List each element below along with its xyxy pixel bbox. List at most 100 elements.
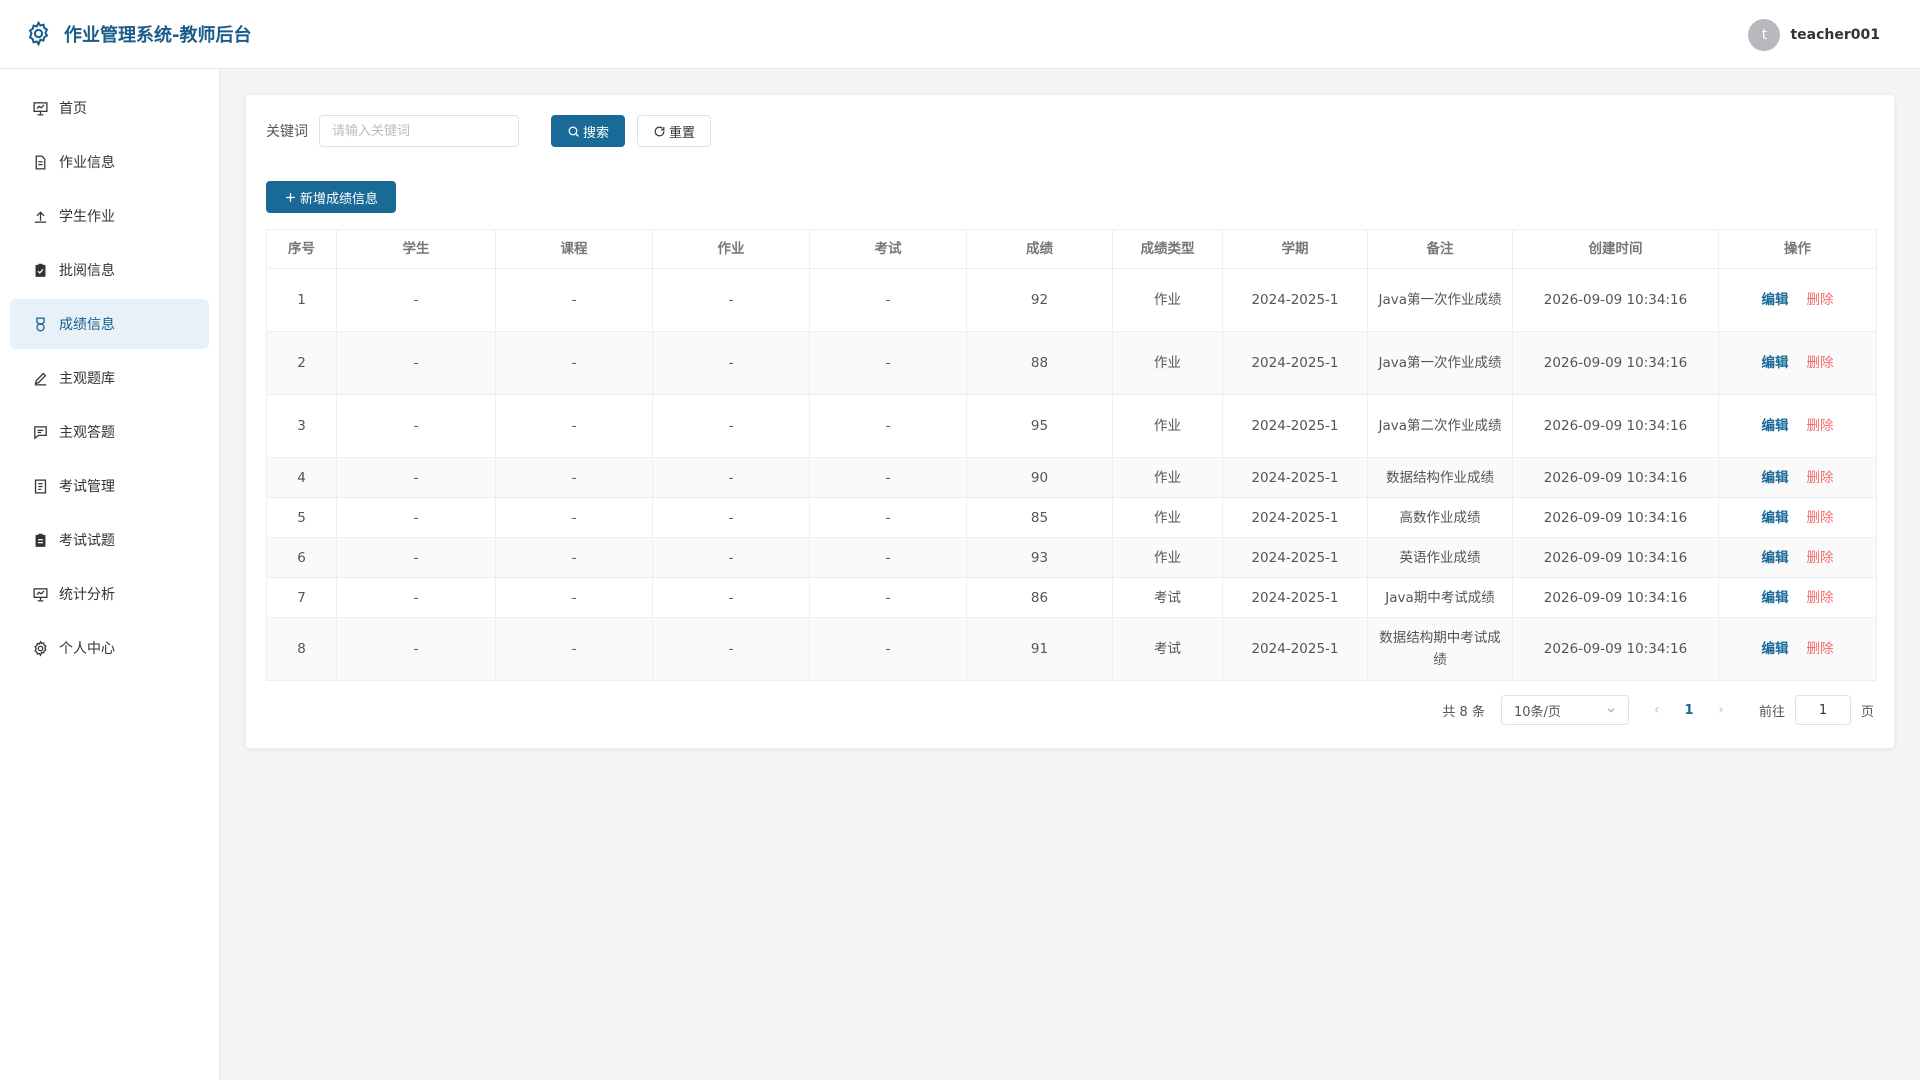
edit-link[interactable]: 编辑 — [1762, 418, 1789, 434]
cell-created: 2026-09-09 10:34:16 — [1512, 457, 1719, 498]
score-table: 序号 学生 课程 作业 考试 成绩 成绩类型 学期 备注 创建时间 操作 1 - — [266, 229, 1877, 681]
edit-link[interactable]: 编辑 — [1762, 590, 1789, 606]
page-size-select[interactable]: 10条/页 — [1500, 695, 1629, 725]
add-button-label: 新增成绩信息 — [299, 191, 378, 207]
cell-type: 作业 — [1112, 537, 1223, 578]
sidebar-item-student-homework[interactable]: 学生作业 — [10, 191, 209, 241]
cell-student: - — [336, 457, 496, 498]
add-score-button[interactable]: 新增成绩信息 — [266, 181, 396, 213]
delete-link[interactable]: 删除 — [1807, 641, 1834, 657]
column-header: 学生 — [336, 229, 496, 269]
sidebar-item-label: 主观题库 — [59, 371, 115, 387]
cell-index: 3 — [266, 394, 337, 458]
chat-icon — [34, 425, 47, 439]
search-button-label: 搜索 — [582, 125, 609, 141]
sidebar-item-review[interactable]: 批阅信息 — [10, 245, 209, 295]
cell-note: 数据结构作业成绩 — [1367, 457, 1513, 498]
cell-actions: 编辑 删除 — [1718, 537, 1877, 578]
cell-created: 2026-09-09 10:34:16 — [1512, 617, 1719, 681]
sidebar-item-scores[interactable]: 成绩信息 — [10, 299, 209, 349]
cell-created: 2026-09-09 10:34:16 — [1512, 497, 1719, 538]
cell-homework: - — [652, 268, 810, 332]
cell-index: 8 — [266, 617, 337, 681]
chart-icon — [33, 587, 48, 602]
notebook-icon — [35, 533, 46, 547]
cell-homework: - — [652, 577, 810, 618]
search-input[interactable] — [319, 115, 519, 147]
edit-link[interactable]: 编辑 — [1762, 292, 1789, 308]
cell-course: - — [495, 394, 653, 458]
column-header: 操作 — [1718, 229, 1877, 269]
sidebar-item-exam-questions[interactable]: 考试试题 — [10, 515, 209, 565]
sidebar: 首页 作业信息 学生作业 批阅信息 成绩信息 主观题库 主观答题 考试管理 考试… — [0, 69, 220, 1080]
sidebar-item-home[interactable]: 首页 — [10, 83, 209, 133]
edit-link[interactable]: 编辑 — [1762, 550, 1789, 566]
cell-homework: - — [652, 617, 810, 681]
cell-term: 2024-2025-1 — [1222, 537, 1368, 578]
cell-score: 93 — [966, 537, 1113, 578]
page-number[interactable]: 1 — [1677, 703, 1701, 718]
cell-course: - — [495, 331, 653, 395]
cell-note: Java第一次作业成绩 — [1367, 331, 1513, 395]
goto-page-input[interactable] — [1794, 695, 1851, 725]
cell-created: 2026-09-09 10:34:16 — [1512, 537, 1719, 578]
cell-student: - — [336, 537, 496, 578]
delete-link[interactable]: 删除 — [1807, 355, 1834, 371]
delete-link[interactable]: 删除 — [1807, 590, 1834, 606]
goto-label: 前往 — [1758, 704, 1785, 720]
avatar[interactable]: t — [1748, 19, 1781, 51]
top-header: 作业管理系统-教师后台 t teacher001 — [0, 0, 1920, 69]
cell-index: 7 — [266, 577, 337, 618]
cell-note: Java第二次作业成绩 — [1367, 394, 1513, 458]
sidebar-item-exam-management[interactable]: 考试管理 — [10, 461, 209, 511]
cell-homework: - — [652, 331, 810, 395]
search-button[interactable]: 搜索 — [551, 115, 625, 147]
cell-index: 5 — [266, 497, 337, 538]
document-icon — [35, 154, 46, 170]
cell-type: 作业 — [1112, 268, 1223, 332]
edit-link[interactable]: 编辑 — [1762, 355, 1789, 371]
cell-homework: - — [652, 457, 810, 498]
cell-actions: 编辑 删除 — [1718, 577, 1877, 618]
next-page-button[interactable]: › — [1709, 702, 1733, 718]
cell-course: - — [495, 617, 653, 681]
search-label: 关键词 — [266, 124, 308, 140]
delete-link[interactable]: 删除 — [1807, 418, 1834, 434]
delete-link[interactable]: 删除 — [1807, 470, 1834, 486]
delete-link[interactable]: 删除 — [1807, 550, 1834, 566]
pagination-total: 共 8 条 — [1442, 704, 1485, 720]
settings-icon — [28, 20, 49, 47]
edit-link[interactable]: 编辑 — [1762, 641, 1789, 657]
cell-term: 2024-2025-1 — [1222, 394, 1368, 458]
sidebar-item-homework[interactable]: 作业信息 — [10, 137, 209, 187]
sidebar-item-subjective-bank[interactable]: 主观题库 — [10, 353, 209, 403]
cell-term: 2024-2025-1 — [1222, 617, 1368, 681]
username[interactable]: teacher001 — [1790, 27, 1880, 43]
cell-index: 2 — [266, 331, 337, 395]
sidebar-item-statistics[interactable]: 统计分析 — [10, 569, 209, 619]
cell-type: 作业 — [1112, 457, 1223, 498]
reset-button[interactable]: 重置 — [637, 115, 711, 147]
sidebar-item-label: 成绩信息 — [59, 317, 115, 333]
cell-exam: - — [809, 268, 967, 332]
settings-icon — [34, 640, 47, 657]
delete-link[interactable]: 删除 — [1807, 510, 1834, 526]
column-header: 创建时间 — [1512, 229, 1719, 269]
user-menu[interactable]: t teacher001 — [1748, 19, 1880, 51]
app-title: 作业管理系统-教师后台 — [64, 24, 252, 46]
cell-created: 2026-09-09 10:34:16 — [1512, 577, 1719, 618]
chevron-down-icon — [1607, 708, 1615, 713]
cell-term: 2024-2025-1 — [1222, 577, 1368, 618]
table-row: 3 - - - - 95 作业 2024-2025-1 Java第二次作业成绩 … — [266, 394, 1877, 458]
edit-link[interactable]: 编辑 — [1762, 510, 1789, 526]
delete-link[interactable]: 删除 — [1807, 292, 1834, 308]
cell-actions: 编辑 删除 — [1718, 331, 1877, 395]
sidebar-item-subjective-answer[interactable]: 主观答题 — [10, 407, 209, 457]
sidebar-item-profile[interactable]: 个人中心 — [10, 623, 209, 673]
edit-link[interactable]: 编辑 — [1762, 470, 1789, 486]
cell-index: 4 — [266, 457, 337, 498]
prev-page-button[interactable]: ‹ — [1645, 702, 1669, 718]
sidebar-item-label: 考试管理 — [59, 479, 115, 495]
cell-note: 高数作业成绩 — [1367, 497, 1513, 538]
plus-icon — [286, 192, 295, 202]
